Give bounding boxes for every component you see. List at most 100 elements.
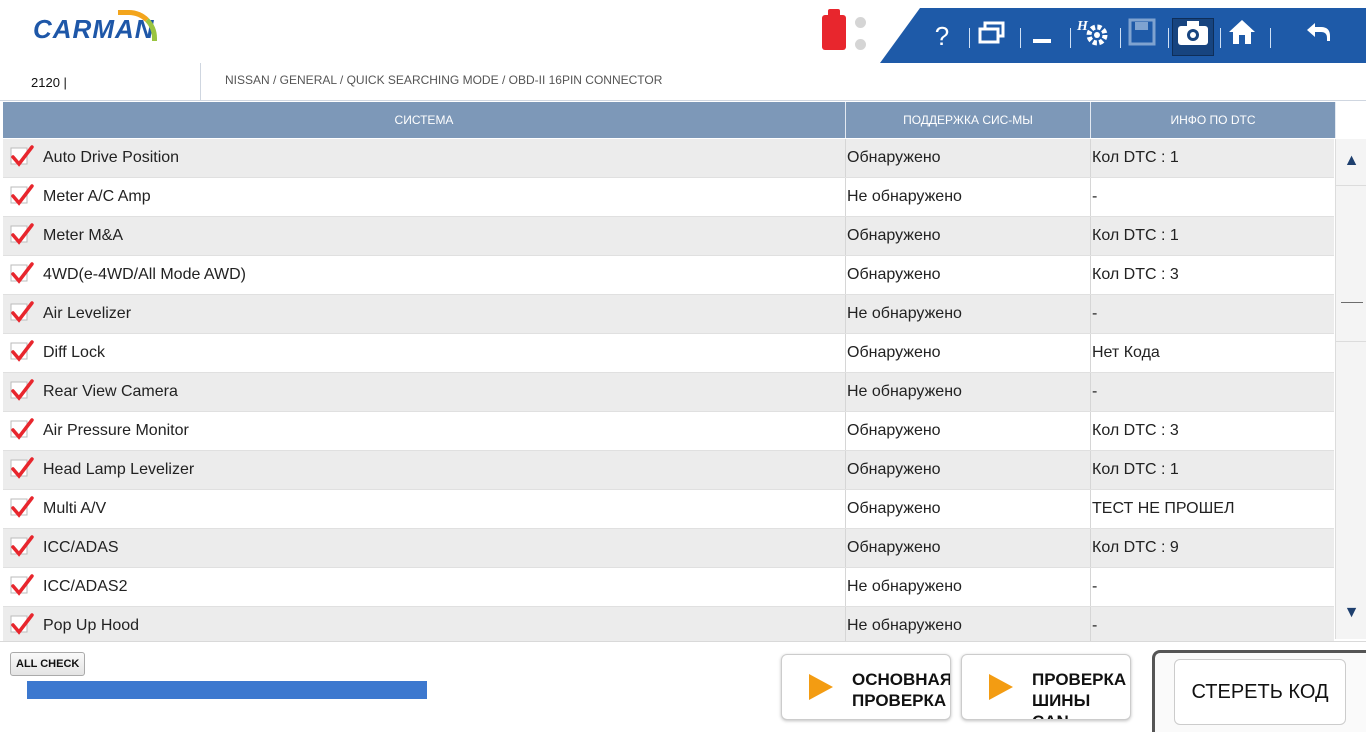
toolbar-divider: [969, 28, 970, 48]
app-header: CARMAN ? H: [0, 0, 1366, 64]
toolbar-divider: [1220, 28, 1221, 48]
toolbar-divider: [1270, 28, 1271, 48]
system-name: Diff Lock: [43, 344, 105, 361]
column-divider: [845, 178, 846, 216]
column-divider: [845, 490, 846, 528]
column-divider: [1090, 529, 1091, 567]
support-status: Обнаружено: [847, 422, 941, 439]
checkmark-icon[interactable]: [10, 145, 34, 169]
column-divider: [845, 256, 846, 294]
system-name: Auto Drive Position: [43, 149, 180, 166]
scroll-grip: [1341, 302, 1363, 303]
scroll-thumb[interactable]: [1336, 185, 1366, 342]
camera-icon[interactable]: [1172, 18, 1214, 56]
table-row[interactable]: 4WD(e-4WD/All Mode AWD) Обнаружено Кол DTC…: [3, 256, 1334, 295]
checkmark-icon[interactable]: [10, 496, 34, 520]
system-name: Air Levelizer: [43, 305, 132, 322]
column-divider: [1090, 412, 1091, 450]
dtc-info: -: [1092, 617, 1098, 634]
dtc-info: Кол DTC : 1: [1092, 149, 1179, 166]
scrollbar[interactable]: ▲ ▼: [1335, 139, 1366, 639]
play-icon: [809, 674, 833, 700]
support-status: Обнаружено: [847, 266, 941, 283]
column-divider: [845, 295, 846, 333]
support-status: Не обнаружено: [847, 578, 962, 595]
column-divider: [845, 451, 846, 489]
table-row[interactable]: ICC/ADAS Обнаружено Кол DTC : 9: [3, 529, 1334, 568]
checkmark-icon[interactable]: [10, 184, 34, 208]
save-icon[interactable]: [1122, 18, 1162, 54]
dtc-info: -: [1092, 383, 1098, 400]
table-row[interactable]: Diff Lock Обнаружено Нет Кода: [3, 334, 1334, 373]
toolbar-divider: [1020, 28, 1021, 48]
scroll-up-icon[interactable]: ▲: [1336, 139, 1366, 183]
dtc-info: -: [1092, 305, 1098, 322]
column-divider: [845, 568, 846, 606]
table-row[interactable]: Rear View Camera Не обнаружено -: [3, 373, 1334, 412]
column-divider: [845, 412, 846, 450]
dtc-info: Кол DTC : 3: [1092, 422, 1179, 439]
play-icon: [989, 674, 1013, 700]
help-icon[interactable]: ?: [922, 18, 962, 54]
minimize-icon[interactable]: [1022, 18, 1062, 54]
system-name: Meter A/C Amp: [43, 188, 151, 205]
dtc-info: Кол DTC : 9: [1092, 539, 1179, 556]
dtc-info: Кол DTC : 1: [1092, 227, 1179, 244]
column-divider: [1090, 373, 1091, 411]
checkmark-icon[interactable]: [10, 301, 34, 325]
checkmark-icon[interactable]: [10, 340, 34, 364]
column-divider: [845, 139, 846, 177]
support-status: Не обнаружено: [847, 617, 962, 634]
table-row[interactable]: Meter M&A Обнаружено Кол DTC : 1: [3, 217, 1334, 256]
system-name: Head Lamp Levelizer: [43, 461, 195, 478]
all-check-button[interactable]: ALL CHECK: [10, 652, 86, 676]
dtc-info: Нет Кода: [1092, 344, 1160, 361]
checkmark-icon[interactable]: [10, 223, 34, 247]
breadcrumb-bar: 2120 | NISSAN / GENERAL / QUICK SEARCHIN…: [0, 63, 1366, 101]
column-header-support: ПОДДЕРЖКА СИС-МЫ: [846, 102, 1091, 138]
system-name: ICC/ADAS: [43, 539, 119, 556]
support-status: Не обнаружено: [847, 305, 962, 322]
main-check-button[interactable]: ОСНОВНАЯ ПРОВЕРКА: [781, 654, 951, 720]
support-status: Обнаружено: [847, 461, 941, 478]
table-row[interactable]: Meter A/C Amp Не обнаружено -: [3, 178, 1334, 217]
checkmark-icon[interactable]: [10, 379, 34, 403]
checkmark-icon[interactable]: [10, 574, 34, 598]
home-icon[interactable]: [1222, 18, 1262, 54]
support-status: Обнаружено: [847, 500, 941, 517]
table-row[interactable]: Air Levelizer Не обнаружено -: [3, 295, 1334, 334]
column-divider: [1090, 490, 1091, 528]
breadcrumb-divider: [200, 63, 201, 100]
checkmark-icon[interactable]: [10, 613, 34, 637]
bottom-panel: ALL CHECK ОСНОВНАЯ ПРОВЕРКА ПРОВЕРКА ШИН…: [0, 641, 1366, 732]
can-bus-check-button[interactable]: ПРОВЕРКА ШИНЫ CAN: [961, 654, 1131, 720]
column-divider: [1090, 178, 1091, 216]
checkmark-icon[interactable]: [10, 535, 34, 559]
system-name: Meter M&A: [43, 227, 124, 244]
column-divider: [845, 529, 846, 567]
table-row[interactable]: Auto Drive Position Обнаружено Кол DTC : 1: [3, 139, 1334, 178]
support-status: Не обнаружено: [847, 383, 962, 400]
dtc-info: ТЕСТ НЕ ПРОШЕЛ: [1092, 500, 1235, 517]
checkmark-icon[interactable]: [10, 418, 34, 442]
windows-icon[interactable]: [972, 18, 1012, 54]
table-row[interactable]: Multi A/V Обнаружено ТЕСТ НЕ ПРОШЕЛ: [3, 490, 1334, 529]
dtc-info: -: [1092, 188, 1098, 205]
table-row[interactable]: ICC/ADAS2 Не обнаружено -: [3, 568, 1334, 607]
table-row[interactable]: Head Lamp Levelizer Обнаружено Кол DTC : 1: [3, 451, 1334, 490]
erase-code-button[interactable]: СТЕРЕТЬ КОД: [1174, 659, 1346, 725]
toolbar-divider: [1070, 28, 1071, 48]
scroll-down-icon[interactable]: ▼: [1336, 591, 1366, 635]
checkmark-icon[interactable]: [10, 262, 34, 286]
column-divider: [1090, 217, 1091, 255]
table-row[interactable]: Air Pressure Monitor Обнаружено Кол DTC : …: [3, 412, 1334, 451]
column-divider: [1090, 295, 1091, 333]
settings-icon[interactable]: H: [1073, 18, 1113, 54]
usb-icon: [822, 9, 846, 50]
status-led-icon: [855, 39, 866, 50]
support-status: Обнаружено: [847, 149, 941, 166]
checkmark-icon[interactable]: [10, 457, 34, 481]
column-divider: [1090, 334, 1091, 372]
back-icon[interactable]: [1298, 18, 1338, 54]
column-divider: [1090, 451, 1091, 489]
